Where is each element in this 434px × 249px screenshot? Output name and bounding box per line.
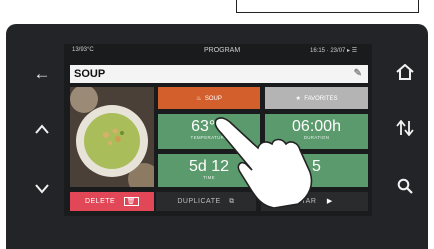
status-bar: 13/93°C PROGRAM 16:15 · 23/07 ▸ ☰ (64, 47, 372, 61)
back-arrow-icon[interactable]: ← (28, 64, 56, 84)
delete-label: DELETE (84, 198, 116, 205)
screen-title: PROGRAM (204, 47, 241, 54)
star-icon: ★ (295, 96, 305, 102)
status-left-text: 13/93°C (72, 47, 94, 53)
favorites-tile[interactable]: ★ FAVORITES (265, 87, 368, 109)
pot-icon: ♨ (196, 96, 205, 102)
program-name-text: SOUP (74, 68, 106, 80)
top-frame-box (236, 0, 419, 13)
search-icon[interactable] (391, 178, 419, 199)
trash-icon: 🗑 (123, 197, 140, 206)
category-label: SOUP (204, 96, 222, 102)
program-name-field[interactable]: SOUP ✎ (70, 65, 368, 83)
pointing-hand-icon (214, 117, 313, 208)
status-right-text: 16:15 · 23/07 ▸ ☰ (310, 48, 358, 54)
chevron-down-icon[interactable] (28, 180, 56, 200)
home-icon[interactable] (391, 63, 419, 85)
recipe-photo (70, 87, 154, 187)
sort-arrows-icon[interactable] (391, 119, 419, 141)
favorites-label: FAVORITES (304, 96, 338, 102)
delete-button[interactable]: DELETE 🗑 (70, 192, 154, 211)
pencil-icon[interactable]: ✎ (354, 65, 362, 83)
chevron-up-icon[interactable] (28, 120, 56, 140)
category-tile[interactable]: ♨ SOUP (158, 87, 260, 109)
